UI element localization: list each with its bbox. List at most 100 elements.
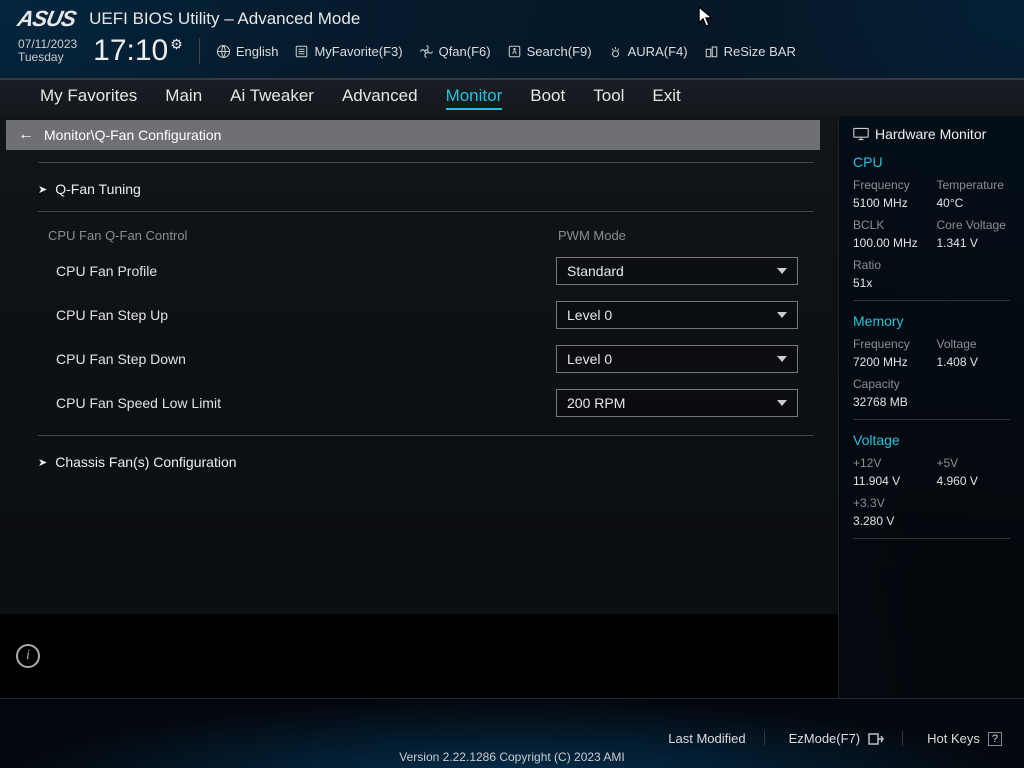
language-button[interactable]: English — [216, 44, 279, 59]
v12-value: 11.904 V — [853, 474, 927, 488]
select-cpu-fan-speed-low-limit[interactable]: 200 RPM — [556, 389, 798, 417]
resizebar-label: ReSize BAR — [724, 44, 796, 59]
back-arrow-icon[interactable]: ← — [18, 126, 34, 144]
chevron-down-icon — [777, 312, 787, 318]
exit-icon — [868, 733, 884, 745]
mem-cap-label: Capacity — [853, 377, 927, 391]
select-value: Standard — [567, 263, 624, 279]
row-label: CPU Fan Step Down — [56, 351, 556, 367]
select-value: 200 RPM — [567, 395, 625, 411]
info-icon: i — [16, 644, 40, 668]
mouse-cursor-icon — [698, 6, 714, 33]
list-icon — [294, 44, 309, 59]
chevron-right-icon: ➤ — [38, 456, 47, 469]
app-title: UEFI BIOS Utility – Advanced Mode — [89, 9, 360, 29]
hardware-monitor-panel: Hardware Monitor CPU Frequency 5100 MHz … — [838, 116, 1024, 698]
qfan-label: Qfan(F6) — [439, 44, 491, 59]
row-cpu-fan-step-up: CPU Fan Step Up Level 0 — [38, 293, 814, 337]
v33-label: +3.3V — [853, 496, 927, 510]
tab-boot[interactable]: Boot — [530, 86, 565, 110]
info-panel: i — [0, 614, 838, 698]
tab-myfavorites[interactable]: My Favorites — [40, 86, 137, 110]
gear-icon[interactable]: ⚙ — [170, 36, 183, 53]
monitor-icon — [853, 127, 869, 141]
section-title: CPU Fan Q-Fan Control — [48, 228, 558, 243]
version-text: Version 2.22.1286 Copyright (C) 2023 AMI — [0, 750, 1024, 768]
globe-icon — [216, 44, 231, 59]
row-cpu-fan-step-down: CPU Fan Step Down Level 0 — [38, 337, 814, 381]
ratio-label: Ratio — [853, 258, 927, 272]
corevolt-label: Core Voltage — [937, 218, 1011, 232]
question-key-icon: ? — [988, 732, 1002, 746]
section-header: CPU Fan Q-Fan Control PWM Mode — [38, 220, 814, 249]
day-text: Tuesday — [18, 51, 77, 64]
select-cpu-fan-step-down[interactable]: Level 0 — [556, 345, 798, 373]
v33-value: 3.280 V — [853, 514, 927, 528]
footer-bar: Last Modified EzMode(F7) Hot Keys ? Vers… — [0, 698, 1024, 768]
memory-heading: Memory — [853, 313, 1010, 329]
row-label: CPU Fan Step Up — [56, 307, 556, 323]
row-label: CPU Fan Speed Low Limit — [56, 395, 556, 411]
tab-exit[interactable]: Exit — [652, 86, 680, 110]
corevolt-value: 1.341 V — [937, 236, 1011, 250]
hw-monitor-header: Hardware Monitor — [853, 126, 1010, 142]
myfavorite-label: MyFavorite(F3) — [314, 44, 402, 59]
header-toolbar: 07/11/2023 Tuesday 17:10 ⚙ English MyFav… — [0, 32, 1024, 78]
myfavorite-button[interactable]: MyFavorite(F3) — [294, 44, 402, 59]
hotkeys-label: Hot Keys — [927, 731, 980, 746]
bclk-label: BCLK — [853, 218, 927, 232]
mem-freq-label: Frequency — [853, 337, 927, 351]
cpu-temp-label: Temperature — [937, 178, 1011, 192]
select-cpu-fan-profile[interactable]: Standard — [556, 257, 798, 285]
breadcrumb: Monitor\Q-Fan Configuration — [44, 127, 221, 143]
mem-volt-label: Voltage — [937, 337, 1011, 351]
search-icon — [507, 44, 522, 59]
v5-label: +5V — [937, 456, 1011, 470]
chevron-down-icon — [777, 268, 787, 274]
resize-icon — [704, 44, 719, 59]
aura-icon — [608, 44, 623, 59]
tab-main[interactable]: Main — [165, 86, 202, 110]
hotkeys-button[interactable]: Hot Keys ? — [927, 731, 1002, 746]
resizebar-button[interactable]: ReSize BAR — [704, 44, 796, 59]
tab-advanced[interactable]: Advanced — [342, 86, 418, 110]
row-label: CPU Fan Profile — [56, 263, 556, 279]
header-bar: ASUS UEFI BIOS Utility – Advanced Mode — [0, 0, 1024, 32]
qfan-tuning-link[interactable]: ➤ Q-Fan Tuning — [38, 171, 814, 207]
aura-button[interactable]: AURA(F4) — [608, 44, 688, 59]
breadcrumb-bar[interactable]: ← Monitor\Q-Fan Configuration — [6, 120, 820, 150]
ezmode-button[interactable]: EzMode(F7) — [789, 731, 904, 746]
last-modified-button[interactable]: Last Modified — [668, 731, 764, 746]
row-cpu-fan-speed-low-limit: CPU Fan Speed Low Limit 200 RPM — [38, 381, 814, 425]
chevron-right-icon: ➤ — [38, 183, 47, 196]
qfan-tuning-label: Q-Fan Tuning — [55, 181, 141, 197]
qfan-button[interactable]: Qfan(F6) — [419, 44, 491, 59]
cpu-heading: CPU — [853, 154, 1010, 170]
select-value: Level 0 — [567, 307, 612, 323]
select-cpu-fan-step-up[interactable]: Level 0 — [556, 301, 798, 329]
cpu-freq-value: 5100 MHz — [853, 196, 927, 210]
clock[interactable]: 17:10 ⚙ — [93, 34, 183, 68]
clock-time: 17:10 — [93, 34, 168, 68]
v5-value: 4.960 V — [937, 474, 1011, 488]
cpu-temp-value: 40°C — [937, 196, 1011, 210]
last-modified-label: Last Modified — [668, 731, 745, 746]
mem-cap-value: 32768 MB — [853, 395, 927, 409]
tab-monitor[interactable]: Monitor — [446, 86, 503, 110]
tab-aitweaker[interactable]: Ai Tweaker — [230, 86, 314, 110]
v12-label: +12V — [853, 456, 927, 470]
tab-tool[interactable]: Tool — [593, 86, 624, 110]
fan-icon — [419, 44, 434, 59]
chevron-down-icon — [777, 356, 787, 362]
search-button[interactable]: Search(F9) — [507, 44, 592, 59]
ezmode-label: EzMode(F7) — [789, 731, 861, 746]
main-panel: ← Monitor\Q-Fan Configuration ➤ Q-Fan Tu… — [0, 116, 838, 698]
section-value: PWM Mode — [558, 228, 626, 243]
row-cpu-fan-profile: CPU Fan Profile Standard — [38, 249, 814, 293]
chassis-fan-link[interactable]: ➤ Chassis Fan(s) Configuration — [38, 444, 814, 480]
aura-label: AURA(F4) — [628, 44, 688, 59]
language-label: English — [236, 44, 279, 59]
date-block: 07/11/2023 Tuesday — [18, 38, 77, 64]
mem-volt-value: 1.408 V — [937, 355, 1011, 369]
ratio-value: 51x — [853, 276, 927, 290]
